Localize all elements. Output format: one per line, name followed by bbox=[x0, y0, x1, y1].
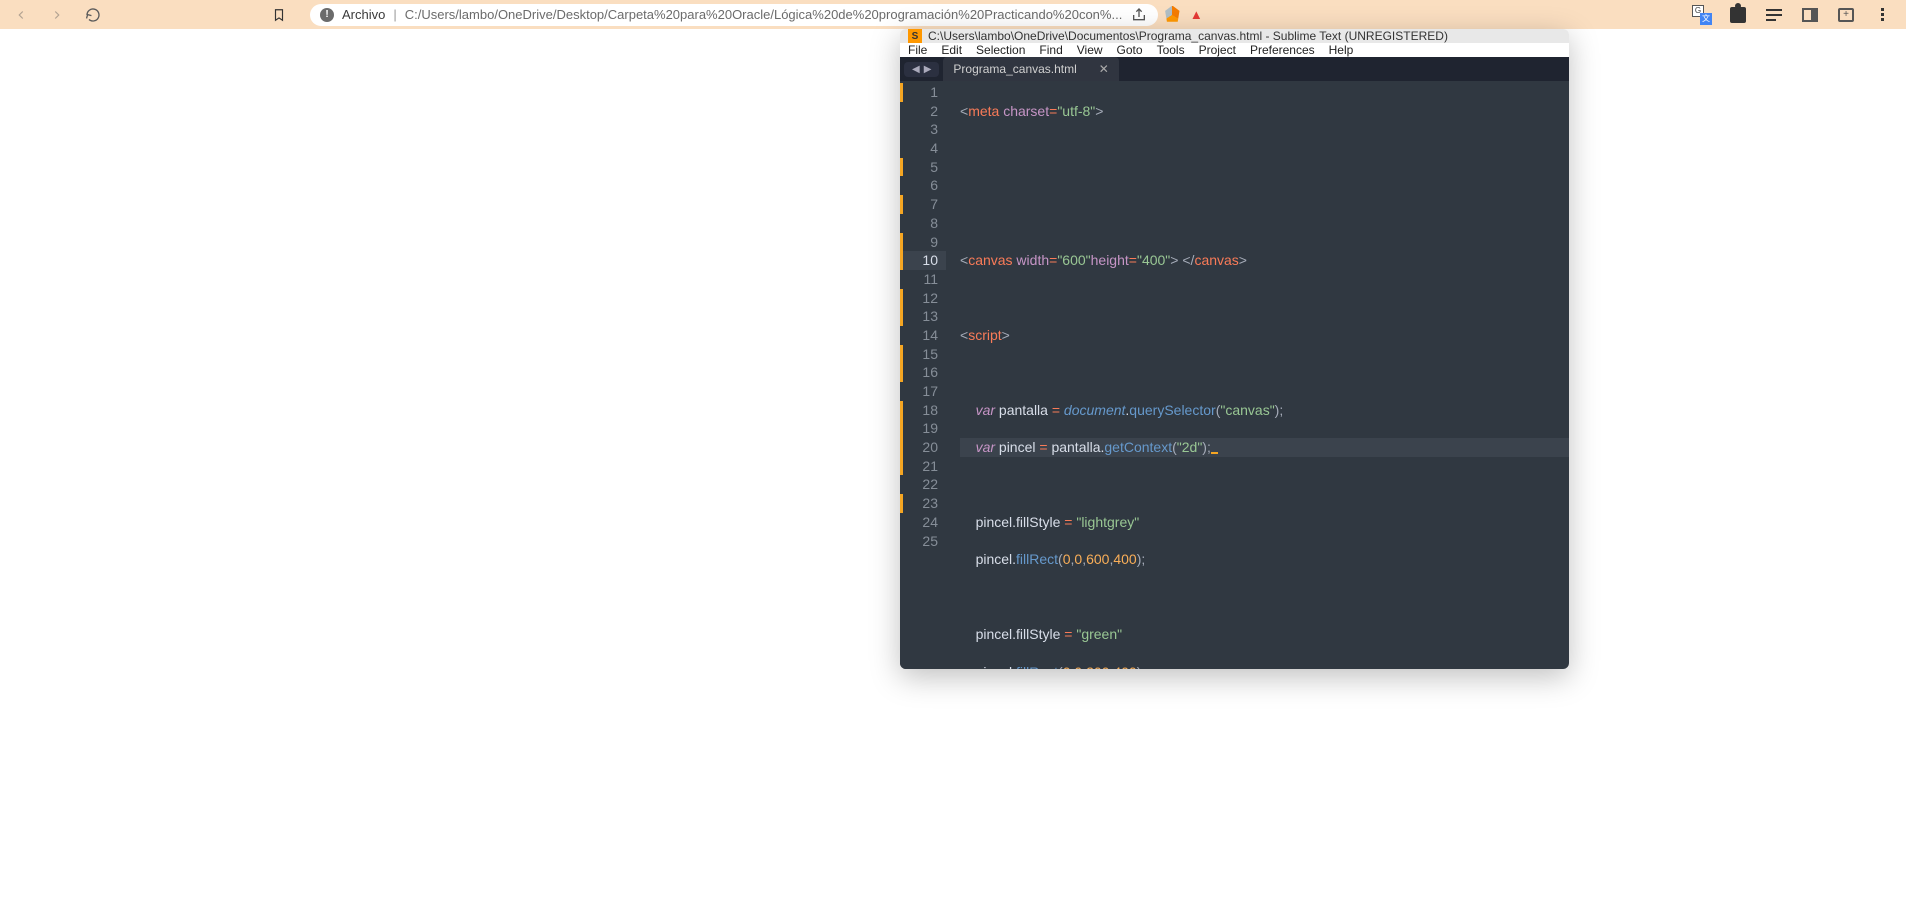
line-number[interactable]: 4 bbox=[900, 139, 946, 158]
line-number[interactable]: 17 bbox=[900, 382, 946, 401]
line-number[interactable]: 24 bbox=[900, 513, 946, 532]
line-number[interactable]: 12 bbox=[900, 289, 946, 308]
code-line: var pantalla = document.querySelector("c… bbox=[960, 401, 1569, 420]
line-number[interactable]: 20 bbox=[900, 438, 946, 457]
line-number[interactable]: 10 bbox=[900, 251, 946, 270]
line-number[interactable]: 15 bbox=[900, 345, 946, 364]
sublime-logo-icon: S bbox=[908, 29, 922, 43]
nav-controls bbox=[6, 6, 102, 24]
reload-button[interactable] bbox=[84, 6, 102, 24]
menu-find[interactable]: Find bbox=[1039, 43, 1062, 57]
menu-help[interactable]: Help bbox=[1329, 43, 1354, 57]
line-number[interactable]: 21 bbox=[900, 457, 946, 476]
url-separator: | bbox=[393, 7, 396, 22]
window-titlebar[interactable]: S C:\Users\lambo\OneDrive\Documentos\Pro… bbox=[900, 29, 1569, 43]
code-line: pincel.fillRect(0,0,200,400); bbox=[960, 663, 1569, 669]
code-line: <script> bbox=[960, 326, 1569, 345]
code-line: var pincel = pantalla.getContext("2d"); bbox=[960, 438, 1569, 457]
window-title: C:\Users\lambo\OneDrive\Documentos\Progr… bbox=[928, 29, 1448, 43]
line-number[interactable]: 23 bbox=[900, 494, 946, 513]
code-line: <meta charset="utf-8"> bbox=[960, 102, 1569, 121]
tab-forward-icon[interactable]: ▶ bbox=[922, 64, 934, 75]
bookmark-icon[interactable] bbox=[270, 6, 288, 24]
tab-close-icon[interactable]: ✕ bbox=[1099, 62, 1109, 76]
url-text: C:/Users/lambo/OneDrive/Desktop/Carpeta%… bbox=[405, 7, 1123, 22]
editor-body: 1 2 3 4 5 6 7 8 9 10 11 12 13 14 15 16 1… bbox=[900, 81, 1569, 669]
menu-file[interactable]: File bbox=[908, 43, 927, 57]
code-line bbox=[960, 214, 1569, 233]
line-number[interactable]: 22 bbox=[900, 475, 946, 494]
code-line bbox=[960, 139, 1569, 158]
gutter[interactable]: 1 2 3 4 5 6 7 8 9 10 11 12 13 14 15 16 1… bbox=[900, 81, 946, 669]
code-line bbox=[960, 476, 1569, 495]
line-number[interactable]: 5 bbox=[900, 158, 946, 177]
line-number[interactable]: 14 bbox=[900, 326, 946, 345]
sidebar-toggle-icon[interactable] bbox=[1800, 5, 1820, 25]
address-bar[interactable]: ! Archivo | C:/Users/lambo/OneDrive/Desk… bbox=[310, 4, 1158, 26]
code-line bbox=[960, 289, 1569, 308]
line-number[interactable]: 18 bbox=[900, 401, 946, 420]
menu-tools[interactable]: Tools bbox=[1157, 43, 1185, 57]
brave-shield-icon[interactable] bbox=[1162, 5, 1182, 25]
line-number[interactable]: 2 bbox=[900, 102, 946, 121]
code-line bbox=[960, 588, 1569, 607]
back-button[interactable] bbox=[12, 6, 30, 24]
line-number[interactable]: 13 bbox=[900, 307, 946, 326]
code-line: pincel.fillStyle = "lightgrey" bbox=[960, 513, 1569, 532]
menubar: File Edit Selection Find View Goto Tools… bbox=[900, 43, 1569, 57]
line-number[interactable]: 25 bbox=[900, 532, 946, 551]
line-number[interactable]: 7 bbox=[900, 195, 946, 214]
line-number[interactable]: 11 bbox=[900, 270, 946, 289]
tab-back-icon[interactable]: ◀ bbox=[910, 64, 922, 75]
line-number[interactable]: 9 bbox=[900, 233, 946, 252]
menu-project[interactable]: Project bbox=[1199, 43, 1236, 57]
sublime-window: S C:\Users\lambo\OneDrive\Documentos\Pro… bbox=[900, 29, 1569, 669]
code-line: pincel.fillStyle = "green" bbox=[960, 625, 1569, 644]
translate-icon[interactable]: G文 bbox=[1692, 5, 1712, 25]
line-number[interactable]: 19 bbox=[900, 419, 946, 438]
line-number[interactable]: 3 bbox=[900, 120, 946, 139]
tab-label: Programa_canvas.html bbox=[953, 62, 1076, 76]
toolbar-right: G文 + bbox=[1684, 5, 1900, 25]
url-scheme: Archivo bbox=[342, 7, 385, 22]
code-line: <canvas width="600"height="400"> </canva… bbox=[960, 251, 1569, 270]
line-number[interactable]: 8 bbox=[900, 214, 946, 233]
code-line bbox=[960, 363, 1569, 382]
menu-view[interactable]: View bbox=[1077, 43, 1103, 57]
playlist-icon[interactable] bbox=[1764, 5, 1784, 25]
file-tab[interactable]: Programa_canvas.html ✕ bbox=[943, 57, 1118, 81]
share-icon[interactable] bbox=[1130, 6, 1148, 24]
code-line: pincel.fillRect(0,0,600,400); bbox=[960, 550, 1569, 569]
text-cursor bbox=[1211, 452, 1218, 454]
new-tab-icon[interactable]: + bbox=[1836, 5, 1856, 25]
code-area[interactable]: <meta charset="utf-8"> <canvas width="60… bbox=[946, 81, 1569, 669]
app-menu-icon[interactable] bbox=[1872, 5, 1892, 25]
menu-edit[interactable]: Edit bbox=[941, 43, 962, 57]
code-line bbox=[960, 176, 1569, 195]
line-number[interactable]: 6 bbox=[900, 176, 946, 195]
menu-selection[interactable]: Selection bbox=[976, 43, 1025, 57]
menu-preferences[interactable]: Preferences bbox=[1250, 43, 1315, 57]
browser-toolbar: ! Archivo | C:/Users/lambo/OneDrive/Desk… bbox=[0, 0, 1906, 29]
line-number[interactable]: 1 bbox=[900, 83, 946, 102]
brave-rewards-icon[interactable]: ▲ bbox=[1186, 5, 1206, 25]
line-number[interactable]: 16 bbox=[900, 363, 946, 382]
tab-bar: ◀▶ Programa_canvas.html ✕ bbox=[900, 57, 1569, 81]
site-info-icon[interactable]: ! bbox=[320, 8, 334, 22]
tab-history-nav[interactable]: ◀▶ bbox=[904, 62, 939, 77]
forward-button[interactable] bbox=[48, 6, 66, 24]
extensions-icon[interactable] bbox=[1728, 5, 1748, 25]
menu-goto[interactable]: Goto bbox=[1117, 43, 1143, 57]
